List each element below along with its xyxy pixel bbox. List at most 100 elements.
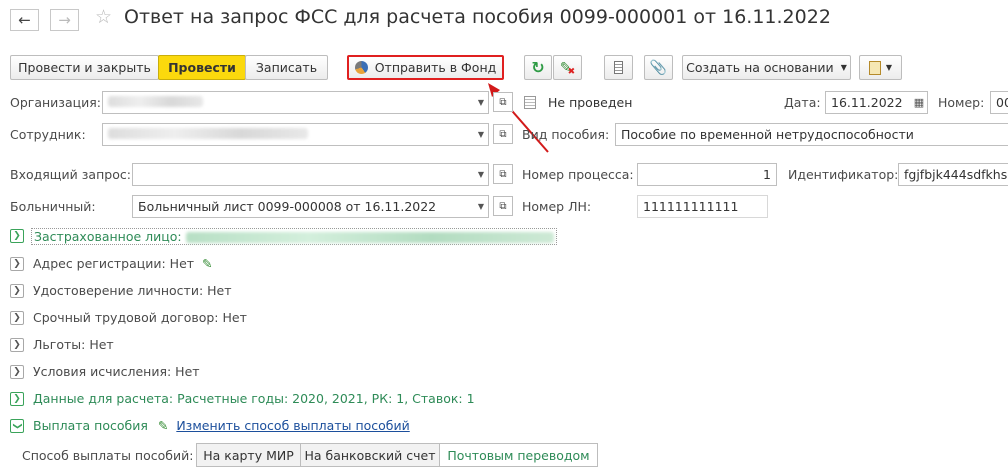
organization-label: Организация: (10, 95, 101, 110)
send-to-fund-label: Отправить в Фонд (374, 60, 497, 75)
open-icon: ⧉ (499, 168, 507, 180)
process-number-value: 1 (763, 167, 771, 182)
expand-identity-button[interactable]: ❯ (10, 284, 24, 298)
refresh-button[interactable]: ↻ (524, 55, 552, 80)
settings-document-icon (868, 60, 881, 75)
chevron-down-icon[interactable]: ▼ (474, 124, 488, 145)
identifier-label: Идентификатор: (788, 167, 899, 182)
sick-leave-field[interactable]: Больничный лист 0099-000008 от 16.11.202… (132, 195, 489, 218)
send-to-fund-button[interactable]: Отправить в Фонд (347, 55, 504, 80)
expand-address-button[interactable]: ❯ (10, 257, 24, 271)
payout-option-mir-card[interactable]: На карту МИР (196, 443, 301, 467)
ln-number-field[interactable]: 111111111111 (637, 195, 768, 218)
section-benefits[interactable]: Льготы: Нет (33, 337, 114, 352)
open-incoming-request-button[interactable]: ⧉ (493, 164, 513, 184)
chevron-right-icon: ❯ (13, 340, 21, 350)
paperclip-icon: 📎 (649, 59, 668, 76)
chevron-right-icon: ❯ (13, 313, 21, 323)
chevron-down-icon[interactable]: ▼ (474, 92, 488, 113)
expand-conditions-button[interactable]: ❯ (10, 365, 24, 379)
section-address[interactable]: Адрес регистрации: Нет ✎ (33, 256, 213, 271)
star-icon[interactable]: ☆ (95, 6, 112, 28)
expand-contract-button[interactable]: ❯ (10, 311, 24, 325)
clear-posting-button[interactable]: ✎ ✖ (553, 55, 582, 80)
open-employee-button[interactable]: ⧉ (493, 124, 513, 144)
sick-leave-value: Больничный лист 0099-000008 от 16.11.202… (138, 199, 437, 214)
employee-value-redacted (108, 128, 308, 139)
ln-number-value: 111111111111 (643, 199, 739, 214)
forward-button[interactable]: → (50, 9, 79, 31)
open-sick-leave-button[interactable]: ⧉ (493, 196, 513, 216)
section-insured-person[interactable]: Застрахованное лицо: (31, 228, 557, 245)
chevron-down-icon[interactable]: ▼ (474, 196, 488, 217)
expand-calc-data-button[interactable]: ❯ (10, 392, 24, 406)
employee-label: Сотрудник: (10, 127, 86, 142)
section-payout[interactable]: Выплата пособия ✎ Изменить способ выплат… (33, 418, 410, 433)
open-icon: ⧉ (499, 200, 507, 212)
identifier-field[interactable]: fgjfbjk444sdfkhsdf (898, 163, 1008, 186)
report-button[interactable] (604, 55, 633, 80)
organization-field[interactable]: ▼ (102, 91, 489, 114)
benefit-type-value: Пособие по временной нетрудоспособности (621, 127, 914, 142)
organization-value-redacted (108, 96, 203, 107)
payout-method-label: Способ выплаты пособий: (22, 448, 194, 463)
calendar-icon[interactable]: ▦ (911, 92, 927, 113)
post-button[interactable]: Провести (158, 55, 246, 80)
process-number-field[interactable]: 1 (637, 163, 777, 186)
create-based-on-button[interactable]: Создать на основании ▼ (682, 55, 851, 80)
collapse-payout-button[interactable]: ❯ (10, 419, 24, 433)
chevron-down-icon[interactable]: ▼ (474, 164, 488, 185)
incoming-request-label: Входящий запрос: (10, 167, 131, 182)
refresh-icon: ↻ (531, 58, 545, 77)
employee-field[interactable]: ▼ (102, 123, 489, 146)
save-button[interactable]: Записать (245, 55, 328, 80)
section-conditions[interactable]: Условия исчисления: Нет (33, 364, 200, 379)
date-value: 16.11.2022 (831, 95, 903, 110)
fund-icon (354, 61, 368, 74)
chevron-down-icon: ▼ (885, 63, 893, 72)
expand-benefits-button[interactable]: ❯ (10, 338, 24, 352)
open-icon: ⧉ (499, 96, 507, 108)
date-field[interactable]: 16.11.2022 ▦ (825, 91, 928, 114)
change-payout-link[interactable]: Изменить способ выплаты пособий (176, 418, 409, 433)
attach-button[interactable]: 📎 (644, 55, 673, 80)
chevron-right-icon: ❯ (13, 259, 21, 269)
more-actions-button[interactable]: ▼ (859, 55, 902, 80)
open-organization-button[interactable]: ⧉ (493, 92, 513, 112)
ln-number-label: Номер ЛН: (522, 199, 592, 214)
pencil-icon[interactable]: ✎ (202, 256, 212, 271)
chevron-right-icon: ❯ (13, 286, 21, 296)
annotation-arrow (488, 83, 549, 153)
payout-option-postal-transfer[interactable]: Почтовым переводом (439, 443, 598, 467)
date-label: Дата: (784, 95, 821, 110)
open-icon: ⧉ (499, 128, 507, 140)
number-field[interactable]: 00 (990, 91, 1008, 114)
section-contract[interactable]: Срочный трудовой договор: Нет (33, 310, 247, 325)
chevron-right-icon: ❯ (13, 394, 21, 404)
arrow-left-icon: ← (18, 11, 31, 29)
identifier-value: fgjfbjk444sdfkhsdf (904, 167, 1008, 182)
benefit-type-field[interactable]: Пособие по временной нетрудоспособности (615, 123, 1008, 146)
number-value: 00 (996, 95, 1008, 110)
post-and-close-button[interactable]: Провести и закрыть (10, 55, 159, 80)
chevron-right-icon: ❯ (13, 367, 21, 377)
payout-option-bank-account[interactable]: На банковский счет (300, 443, 440, 467)
process-number-label: Номер процесса: (522, 167, 634, 182)
insured-person-value-redacted (185, 232, 554, 243)
number-label: Номер: (938, 95, 985, 110)
section-calc-data[interactable]: Данные для расчета: Расчетные годы: 2020… (33, 391, 475, 406)
document-status-icon (524, 96, 536, 109)
section-identity[interactable]: Удостоверение личности: Нет (33, 283, 232, 298)
chevron-down-icon: ▼ (840, 63, 847, 72)
create-based-on-label: Создать на основании (686, 60, 834, 75)
incoming-request-field[interactable]: ▼ (132, 163, 489, 186)
benefit-type-label: Вид пособия: (522, 127, 610, 142)
chevron-down-icon: ❯ (11, 422, 22, 430)
pencil-icon: ✎ (157, 418, 169, 433)
page-title: Ответ на запрос ФСС для расчета пособия … (124, 6, 831, 28)
expand-insured-button[interactable]: ❯ (10, 229, 24, 243)
document-icon (614, 61, 623, 74)
arrow-right-icon: → (58, 11, 71, 29)
back-button[interactable]: ← (10, 9, 39, 31)
sick-leave-label: Больничный: (10, 199, 96, 214)
